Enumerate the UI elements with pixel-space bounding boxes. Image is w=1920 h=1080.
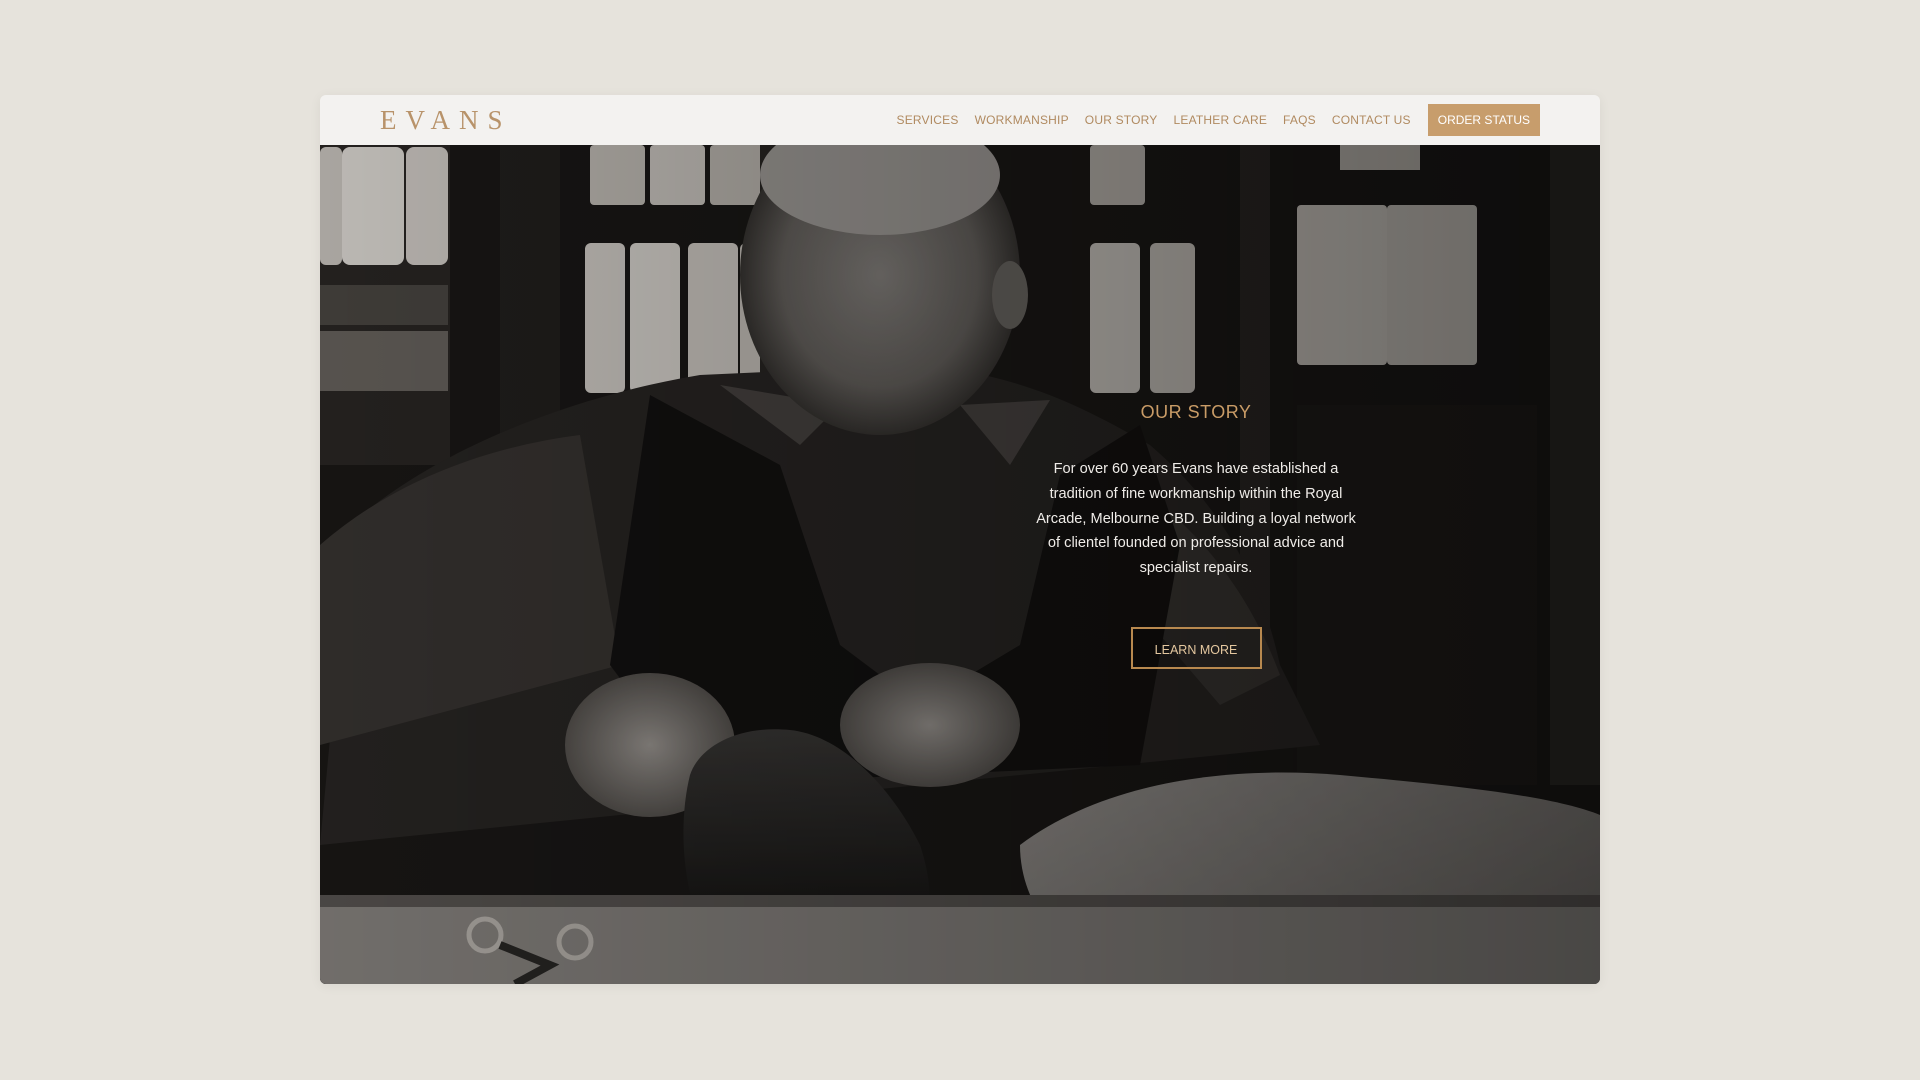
learn-more-button[interactable]: LEARN MORE	[1130, 626, 1262, 669]
main-nav: SERVICES WORKMANSHIP OUR STORY LEATHER C…	[897, 104, 1540, 136]
site-header: EVANS SERVICES WORKMANSHIP OUR STORY LEA…	[320, 95, 1600, 145]
nav-our-story[interactable]: OUR STORY	[1085, 113, 1158, 127]
order-status-button[interactable]: ORDER STATUS	[1427, 104, 1540, 136]
our-story-heading: OUR STORY	[1140, 402, 1252, 422]
nav-contact-us[interactable]: CONTACT US	[1332, 113, 1411, 127]
browser-mockup-frame: EVANS SERVICES WORKMANSHIP OUR STORY LEA…	[320, 95, 1600, 984]
nav-workmanship[interactable]: WORKMANSHIP	[975, 113, 1069, 127]
hero-section: OUR STORY For over 60 years Evans have e…	[320, 145, 1600, 984]
our-story-panel: OUR STORY For over 60 years Evans have e…	[1036, 402, 1356, 669]
nav-services[interactable]: SERVICES	[897, 113, 959, 127]
our-story-description: For over 60 years Evans have established…	[1036, 461, 1356, 577]
nav-leather-care[interactable]: LEATHER CARE	[1174, 113, 1268, 127]
nav-faqs[interactable]: FAQS	[1283, 113, 1316, 127]
evans-logo[interactable]: EVANS	[380, 105, 512, 136]
hero-background-photo	[320, 145, 1600, 984]
